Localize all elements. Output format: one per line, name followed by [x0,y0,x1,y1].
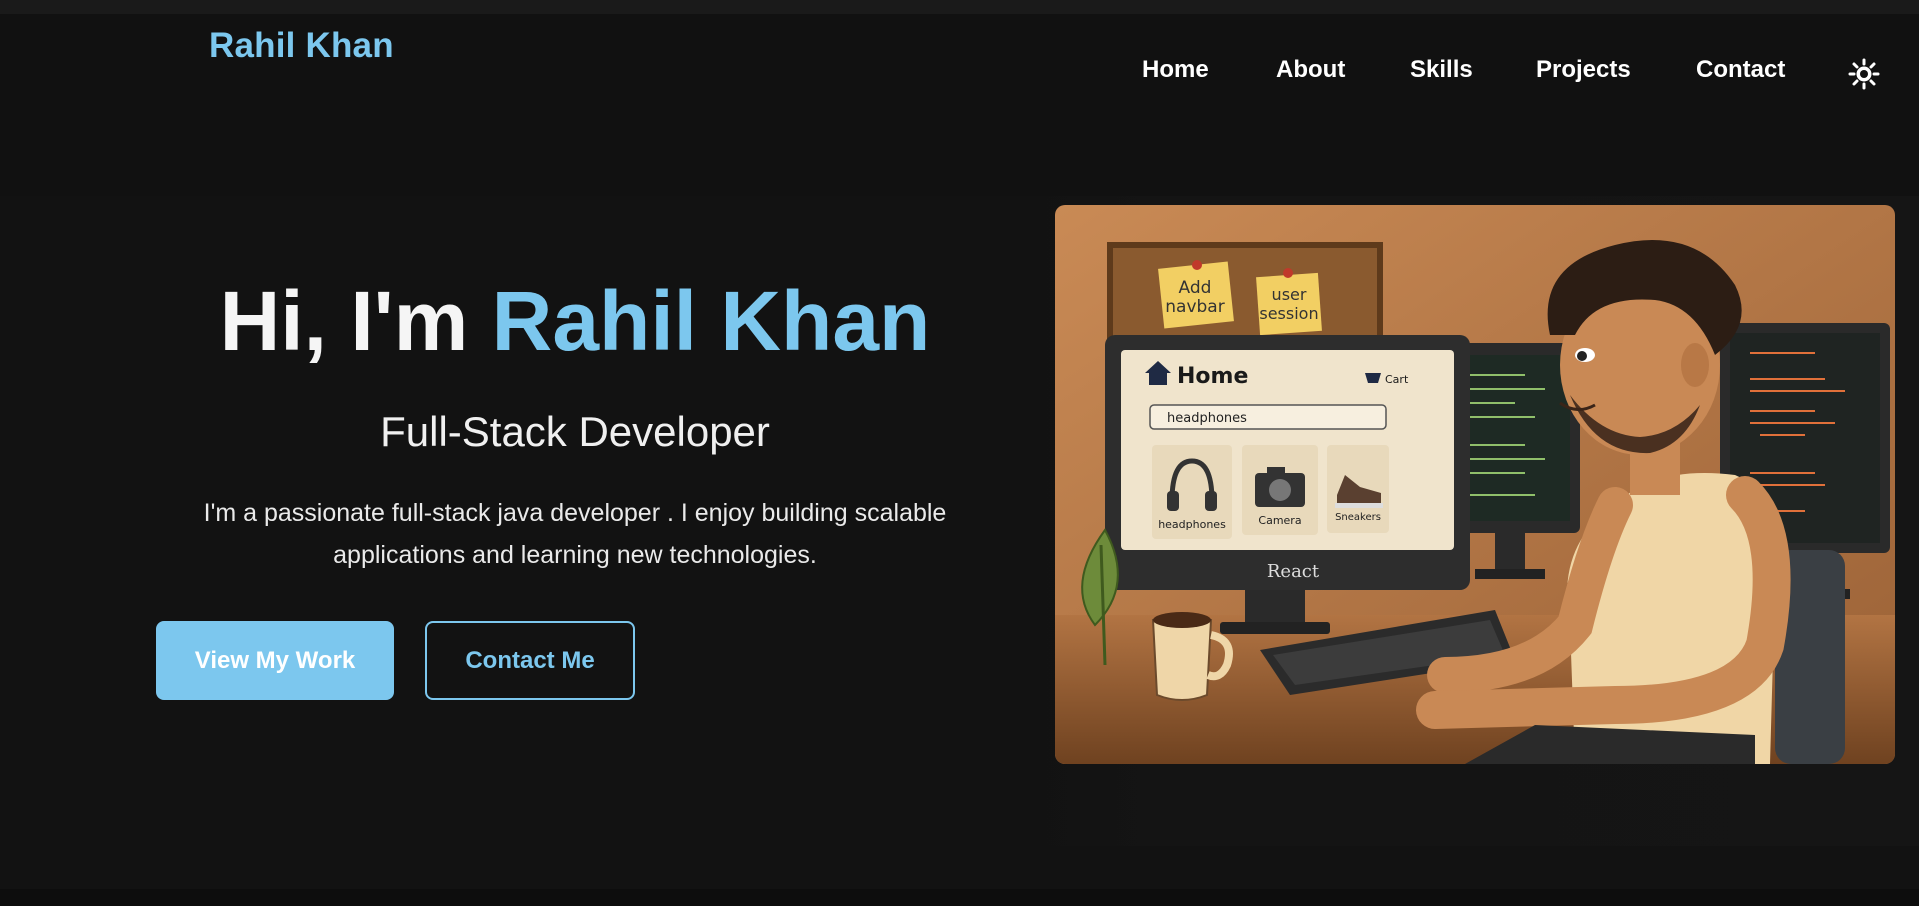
hero-description: I'm a passionate full-stack java develop… [203,499,947,569]
product-sneakers: Sneakers [1335,512,1381,523]
cart-label: Cart [1385,373,1409,386]
nav-home[interactable]: Home [1142,56,1209,84]
note-1-line-1: Add [1179,278,1212,298]
product-headphones: headphones [1158,518,1226,531]
view-my-work-button[interactable]: View My Work [156,621,394,700]
hero-subtitle: Full-Stack Developer [380,408,770,455]
top-strip [0,0,1919,14]
bottom-strip [0,889,1919,906]
nav-projects[interactable]: Projects [1536,56,1631,84]
note-2-line-2: session [1259,304,1318,323]
product-camera: Camera [1258,514,1301,527]
monitor-label: React [1267,561,1320,582]
hero-title: Hi, I'm Rahil Khan [0,266,1150,376]
hero-greeting: Hi, I'm [219,274,492,368]
nav-links: Home About Skills Projects Contact [0,56,1919,96]
note-2-line-1: user [1272,285,1307,304]
contact-me-button[interactable]: Contact Me [425,621,635,700]
sticky-note-2: user session [1256,268,1322,336]
main-monitor: Home Cart headphones headphones Camera S… [1105,335,1470,634]
note-1-line-2: navbar [1165,297,1224,317]
theme-toggle-button[interactable] [1848,58,1880,90]
nav-about[interactable]: About [1276,56,1345,84]
sticky-note-1: Add navbar [1158,260,1234,329]
hero-name: Rahil Khan [491,274,931,368]
camera-icon [1255,467,1305,507]
screen-title: Home [1177,364,1248,389]
sun-icon [1848,58,1880,90]
nav-skills[interactable]: Skills [1410,56,1473,84]
screen-search-value: headphones [1167,411,1247,426]
navbar: Rahil Khan Home About Skills Projects Co… [0,14,1919,196]
nav-contact[interactable]: Contact [1696,56,1785,84]
hero-illustration: Add navbar user session Home Cart headph… [1055,205,1895,764]
developer-illustration: Add navbar user session Home Cart headph… [1055,205,1895,764]
